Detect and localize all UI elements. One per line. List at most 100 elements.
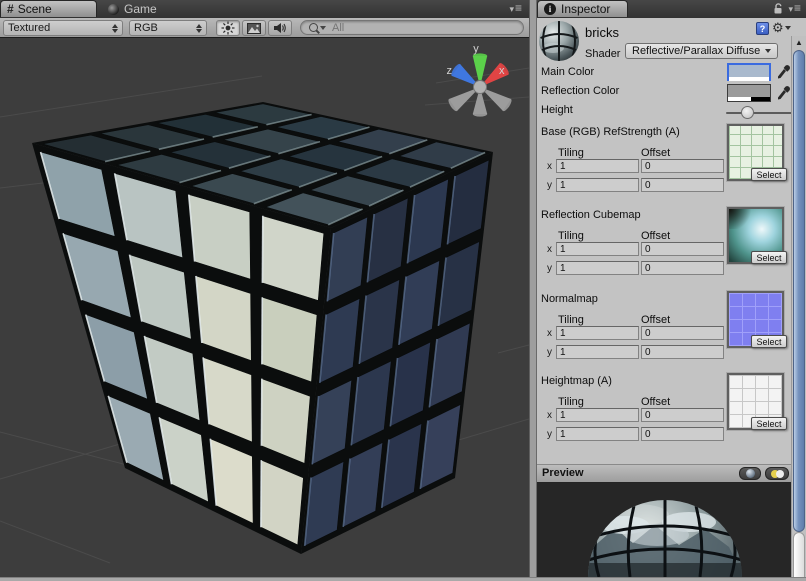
scene-toolbar: Textured RGB xyxy=(0,18,529,38)
offset-x-input[interactable] xyxy=(641,159,724,173)
shader-dropdown[interactable]: Reflective/Parallax Diffuse xyxy=(625,43,778,59)
texture-name: Normalmap xyxy=(541,293,598,305)
shader-label: Shader xyxy=(585,48,620,60)
select-button[interactable]: Select xyxy=(751,251,787,264)
scene-viewport[interactable]: yxz xyxy=(0,38,529,577)
offset-label: Offset xyxy=(641,147,670,159)
color-mode-dropdown[interactable]: RGB xyxy=(129,20,207,36)
offset-label: Offset xyxy=(641,396,670,408)
svg-text:x: x xyxy=(499,65,505,77)
tab-scene-label: Scene xyxy=(18,2,52,16)
render-mode-value: Textured xyxy=(8,22,50,34)
eyedropper-icon[interactable] xyxy=(776,84,790,100)
tiling-x-input[interactable] xyxy=(556,159,639,173)
scroll-up-arrow-icon[interactable]: ▲ xyxy=(792,37,806,49)
tiling-label: Tiling xyxy=(558,230,584,242)
effects-toggle-button[interactable] xyxy=(242,20,266,36)
tiling-y-input[interactable] xyxy=(556,261,639,275)
slider-thumb[interactable] xyxy=(741,106,754,119)
x-axis-label: x xyxy=(547,244,552,255)
texture-name: Heightmap (A) xyxy=(541,375,612,387)
offset-y-input[interactable] xyxy=(641,345,724,359)
main-color-value xyxy=(729,65,769,77)
tiling-x-input[interactable] xyxy=(556,242,639,256)
search-icon xyxy=(309,23,318,32)
search-input[interactable] xyxy=(330,21,515,35)
eyedropper-icon[interactable] xyxy=(776,63,790,79)
offset-x-input[interactable] xyxy=(641,326,724,340)
y-axis-label: y xyxy=(547,180,552,191)
tiling-x-input[interactable] xyxy=(556,326,639,340)
x-axis-label: x xyxy=(547,161,552,172)
reflection-color-swatch[interactable] xyxy=(727,84,771,102)
tiling-y-input[interactable] xyxy=(556,427,639,441)
svg-text:z: z xyxy=(447,65,453,77)
audio-toggle-button[interactable] xyxy=(268,20,292,36)
select-button[interactable]: Select xyxy=(751,417,787,430)
light-off-icon xyxy=(776,470,784,478)
x-axis-label: x xyxy=(547,410,552,421)
height-slider[interactable] xyxy=(726,104,792,120)
offset-x-input[interactable] xyxy=(641,408,724,422)
gear-icon[interactable]: ⚙ xyxy=(772,20,791,35)
tab-game[interactable]: Game xyxy=(100,0,186,18)
speaker-icon xyxy=(273,22,287,34)
image-icon xyxy=(247,23,261,34)
panel-divider[interactable] xyxy=(529,0,537,577)
info-icon: i xyxy=(544,3,556,15)
tiling-y-input[interactable] xyxy=(556,345,639,359)
material-preview-ball[interactable] xyxy=(538,20,580,62)
x-axis-label: x xyxy=(547,328,552,339)
scrollbar-track-lower[interactable] xyxy=(793,532,805,581)
tiling-y-input[interactable] xyxy=(556,178,639,192)
scene-grid-icon: # xyxy=(7,2,14,16)
preview-mesh-button[interactable] xyxy=(739,467,761,480)
chevron-down-icon xyxy=(765,49,771,53)
select-button[interactable]: Select xyxy=(751,335,787,348)
reflection-color-label: Reflection Color xyxy=(541,85,619,97)
y-axis-label: y xyxy=(547,429,552,440)
texture-section-heightmap: Heightmap (A) Select Tiling Offset x y xyxy=(537,373,791,449)
tiling-x-input[interactable] xyxy=(556,408,639,422)
texture-section-cubemap: Reflection Cubemap Select Tiling Offset … xyxy=(537,207,791,283)
sphere-icon xyxy=(746,469,755,478)
y-axis-label: y xyxy=(547,347,552,358)
offset-y-input[interactable] xyxy=(641,427,724,441)
inspector-panel-menu-icon[interactable]: ▾≡ xyxy=(788,4,802,14)
material-name: bricks xyxy=(585,25,619,40)
texture-section-base: Base (RGB) RefStrength (A) Select Tiling… xyxy=(537,124,791,200)
offset-x-input[interactable] xyxy=(641,242,724,256)
help-icon[interactable]: ? xyxy=(756,22,769,35)
updown-arrows-icon xyxy=(196,24,202,33)
offset-y-input[interactable] xyxy=(641,261,724,275)
lock-icon[interactable] xyxy=(773,3,784,15)
tab-inspector[interactable]: i Inspector xyxy=(537,0,628,17)
offset-y-input[interactable] xyxy=(641,178,724,192)
inspector-scrollbar[interactable]: ▲ ▼ xyxy=(791,36,806,581)
offset-label: Offset xyxy=(641,314,670,326)
inspector-tabbar: i Inspector ▾≡ xyxy=(537,0,806,19)
lighting-toggle-button[interactable] xyxy=(216,20,240,36)
preview-header[interactable]: Preview xyxy=(537,464,791,483)
inspector-body: bricks Shader Reflective/Parallax Diffus… xyxy=(537,18,806,577)
main-color-swatch[interactable] xyxy=(727,63,771,81)
material-preview-viewport[interactable] xyxy=(537,483,791,577)
texture-section-normalmap: Normalmap Select Tiling Offset x y xyxy=(537,291,791,367)
tiling-label: Tiling xyxy=(558,314,584,326)
sun-icon xyxy=(221,21,235,35)
scene-search-field[interactable] xyxy=(300,20,524,35)
main-color-label: Main Color xyxy=(541,66,594,78)
scene-tabbar: # Scene Game ▾≡ xyxy=(0,0,529,19)
unity-editor-window: # Scene Game ▾≡ Textured RGB xyxy=(0,0,806,581)
tab-game-label: Game xyxy=(124,2,157,16)
scrollbar-thumb[interactable] xyxy=(793,50,805,532)
tab-scene[interactable]: # Scene xyxy=(0,0,97,17)
scene-panel-menu-icon[interactable]: ▾≡ xyxy=(509,4,523,14)
reflection-color-value xyxy=(728,85,770,97)
select-button[interactable]: Select xyxy=(751,168,787,181)
preview-label: Preview xyxy=(542,467,584,479)
render-mode-dropdown[interactable]: Textured xyxy=(3,20,123,36)
offset-label: Offset xyxy=(641,230,670,242)
preview-lighting-button[interactable] xyxy=(765,467,789,480)
updown-arrows-icon xyxy=(112,24,118,33)
